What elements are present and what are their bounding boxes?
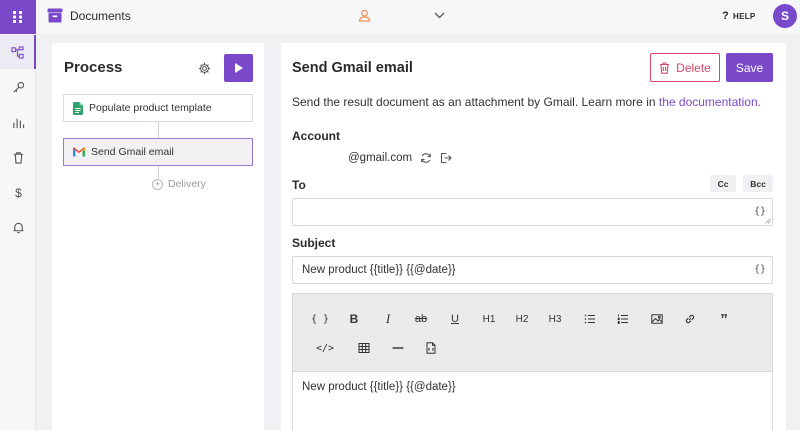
variable-button[interactable]: { }: [309, 309, 331, 329]
table-button[interactable]: [353, 338, 375, 358]
google-docs-icon: [73, 101, 83, 115]
dollar-icon[interactable]: $: [0, 175, 36, 209]
play-icon: [234, 63, 243, 73]
key-icon[interactable]: [0, 70, 36, 104]
underline-button[interactable]: U: [444, 309, 466, 329]
save-button[interactable]: Save: [726, 53, 773, 82]
plus-icon: +: [152, 178, 163, 190]
gmail-icon: [73, 147, 85, 157]
avatar[interactable]: S: [773, 4, 797, 28]
documentation-link[interactable]: the documentation.: [659, 95, 761, 109]
top-bar: Documents ? HELP S: [36, 0, 800, 33]
trash-icon[interactable]: [0, 140, 36, 174]
user-icon[interactable]: [358, 9, 371, 22]
step-label: Populate product template: [89, 102, 212, 114]
process-flow-icon[interactable]: [0, 35, 36, 69]
account-value: @gmail.com: [348, 152, 413, 164]
detail-panel: Send Gmail email Delete Save Send the re…: [281, 43, 786, 430]
horizontal-rule-icon: [392, 347, 404, 349]
account-label: Account: [292, 129, 340, 143]
link-icon: [685, 314, 695, 324]
image-icon: [651, 314, 663, 324]
heading3-button[interactable]: H3: [544, 309, 566, 329]
editor-body[interactable]: New product {{title}} {{@date}}: [302, 381, 456, 393]
detail-title: Send Gmail email: [292, 60, 413, 76]
to-field[interactable]: {}: [292, 198, 773, 226]
rich-text-editor: { } B I ab U H1 H2 H3 ” </> New product …: [292, 293, 773, 430]
step-label: Send Gmail email: [91, 146, 174, 158]
step-connector: [158, 166, 159, 178]
resize-grip-icon[interactable]: [765, 218, 771, 224]
delete-label: Delete: [676, 60, 711, 75]
gear-icon[interactable]: [198, 62, 211, 75]
bar-chart-icon[interactable]: [0, 105, 36, 139]
apps-grid-icon[interactable]: [0, 0, 36, 34]
image-button[interactable]: [646, 309, 668, 329]
heading1-button[interactable]: H1: [478, 309, 500, 329]
run-button[interactable]: [224, 54, 253, 82]
bcc-button[interactable]: Bcc: [743, 175, 773, 192]
bulleted-list-icon: [584, 314, 595, 324]
strikethrough-button[interactable]: ab: [410, 309, 432, 329]
chevron-down-icon[interactable]: [434, 11, 445, 19]
step-populate-template[interactable]: Populate product template: [63, 94, 253, 122]
cc-button[interactable]: Cc: [710, 175, 736, 192]
delete-button[interactable]: Delete: [650, 53, 720, 82]
insert-file-icon: [426, 342, 436, 354]
trash-icon: [660, 61, 670, 74]
help-button[interactable]: ? HELP: [722, 10, 756, 22]
add-delivery-button[interactable]: + Delivery: [152, 178, 206, 190]
process-title: Process: [64, 59, 123, 76]
refresh-icon[interactable]: [420, 152, 432, 164]
description: Send the result document as an attachmen…: [292, 95, 761, 109]
description-text: Send the result document as an attachmen…: [292, 95, 659, 109]
logout-icon[interactable]: [440, 152, 452, 164]
link-button[interactable]: [679, 309, 701, 329]
left-rail: $: [0, 0, 36, 430]
add-delivery-label: Delivery: [168, 178, 206, 190]
documents-box-icon: [47, 8, 63, 23]
bulleted-list-button[interactable]: [579, 309, 601, 329]
quote-button[interactable]: ”: [713, 309, 735, 329]
step-send-gmail[interactable]: Send Gmail email: [63, 138, 253, 166]
to-label: To: [292, 178, 306, 192]
numbered-list-icon: [617, 314, 628, 324]
subject-value: New product {{title}} {{@date}}: [302, 264, 456, 276]
numbered-list-button[interactable]: [612, 309, 634, 329]
bell-icon[interactable]: [0, 210, 36, 244]
heading2-button[interactable]: H2: [511, 309, 533, 329]
process-panel: Process Populate product template Send G…: [52, 43, 264, 430]
code-button[interactable]: </>: [314, 338, 336, 358]
app-title: Documents: [70, 9, 131, 23]
help-icon: ?: [722, 10, 730, 22]
variable-braces-icon[interactable]: {}: [754, 206, 766, 217]
horizontal-rule-button[interactable]: [387, 338, 409, 358]
table-icon: [358, 343, 370, 353]
bold-button[interactable]: B: [343, 309, 365, 329]
variable-braces-icon[interactable]: {}: [754, 264, 766, 275]
italic-button[interactable]: I: [377, 309, 399, 329]
account-row: @gmail.com: [348, 152, 452, 164]
help-label: HELP: [733, 11, 756, 21]
subject-field[interactable]: New product {{title}} {{@date}} {}: [292, 256, 773, 284]
insert-file-button[interactable]: [420, 338, 442, 358]
svg-text:$: $: [15, 186, 22, 199]
step-connector: [158, 122, 159, 138]
subject-label: Subject: [292, 236, 336, 250]
editor-toolbar: { } B I ab U H1 H2 H3 ” </>: [293, 294, 772, 372]
